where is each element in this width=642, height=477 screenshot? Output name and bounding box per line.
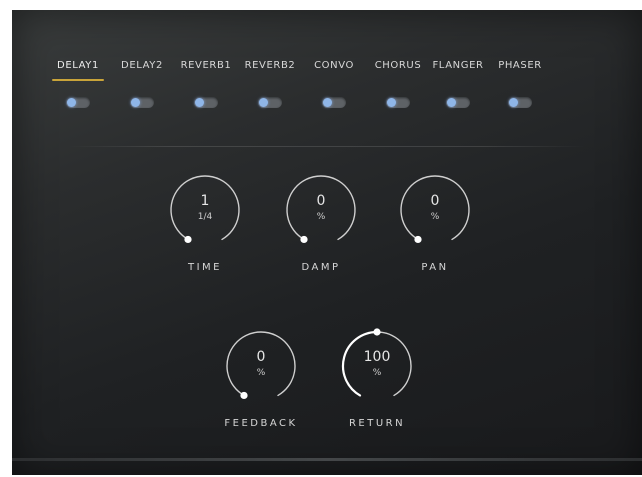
damp-knob-group: 0 % DAMP [276,170,366,280]
damp-value: 0 [316,193,326,209]
tab-label: DELAY1 [57,60,99,71]
tab-label: REVERB2 [244,60,296,71]
tab-delay1[interactable]: DELAY1 [46,60,110,120]
pan-value: 0 [430,193,440,209]
pan-knob-group: 0 % PAN [390,170,480,280]
tab-reverb1[interactable]: REVERB1 [174,60,238,120]
delay2-toggle[interactable] [130,97,154,108]
tab-label: FLANGER [432,60,484,71]
toggle-thumb [195,98,204,107]
tab-label: CHORUS [374,60,422,71]
reverb2-toggle[interactable] [258,97,282,108]
tab-convo[interactable]: CONVO [302,60,366,120]
return-knob[interactable] [337,326,417,406]
toggle-thumb [67,98,76,107]
feedback-knob[interactable] [221,326,301,406]
knob-indicator [300,235,308,244]
feedback-unit: % [256,368,266,378]
time-label: TIME [187,262,222,273]
active-tab-indicator [52,79,104,81]
toggle-thumb [131,98,140,107]
time-unit: 1/4 [197,212,213,222]
time-knob[interactable] [165,170,245,250]
tab-phaser[interactable]: PHASER [488,60,552,120]
delay1-toggle[interactable] [66,97,90,108]
pan-label: PAN [421,262,449,273]
feedback-label: FEEDBACK [224,418,298,429]
toggle-thumb [387,98,396,107]
effect-tabs: DELAY1 DELAY2 REVERB1 REVERB2 CONVO CHOR… [12,10,642,130]
feedback-value: 0 [256,349,266,365]
damp-unit: % [316,212,326,222]
pan-unit: % [430,212,440,222]
tab-label: REVERB1 [180,60,232,71]
tab-delay2[interactable]: DELAY2 [110,60,174,120]
toggle-thumb [323,98,332,107]
tab-label: CONVO [314,60,354,71]
tab-flanger[interactable]: FLANGER [426,60,490,120]
toggle-thumb [259,98,268,107]
convo-toggle[interactable] [322,97,346,108]
knob-indicator [184,235,192,244]
damp-knob[interactable] [281,170,361,250]
toggle-thumb [509,98,518,107]
damp-label: DAMP [301,262,341,273]
phaser-toggle[interactable] [508,97,532,108]
return-knob-group: 100 % RETURN [332,326,422,436]
pan-knob[interactable] [395,170,475,250]
flanger-toggle[interactable] [446,97,470,108]
reverb1-toggle[interactable] [194,97,218,108]
chorus-toggle[interactable] [386,97,410,108]
tab-chorus[interactable]: CHORUS [366,60,430,120]
time-value: 1 [200,193,210,209]
toggle-thumb [447,98,456,107]
knob-indicator [373,328,381,336]
feedback-knob-group: 0 % FEEDBACK [216,326,306,436]
knob-indicator [414,235,422,244]
return-unit: % [372,368,382,378]
time-knob-group: 1 1/4 TIME [160,170,250,280]
panel-bottom-edge [12,458,642,461]
effects-panel: DELAY1 DELAY2 REVERB1 REVERB2 CONVO CHOR… [12,10,642,475]
tab-label: PHASER [498,60,542,71]
knob-indicator [240,391,248,400]
tab-label: DELAY2 [121,60,163,71]
return-value: 100 [363,349,391,365]
return-label: RETURN [348,418,406,429]
tab-reverb2[interactable]: REVERB2 [238,60,302,120]
section-divider [68,146,586,147]
